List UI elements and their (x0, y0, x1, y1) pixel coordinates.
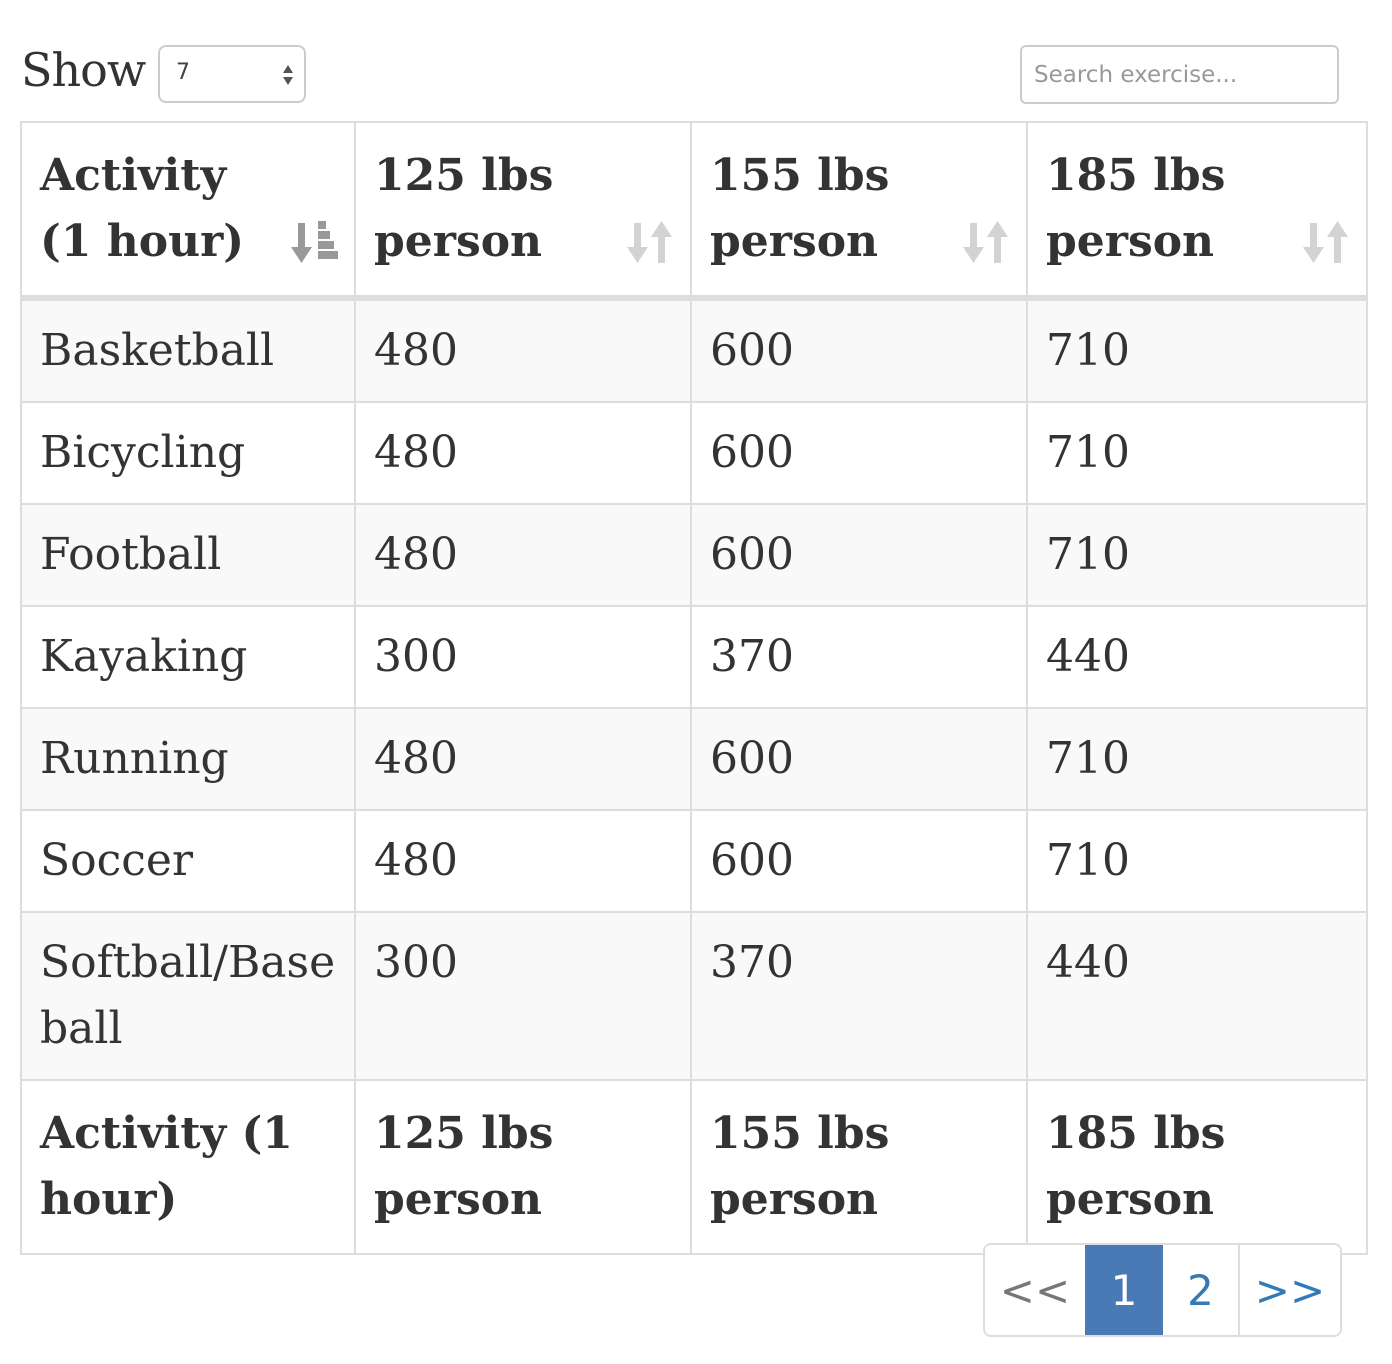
cell-185lbs: 710 (1026, 503, 1368, 607)
sort-both-icon[interactable] (626, 217, 676, 267)
header-row: Activity (1 hour) 125 lbs person 155 lbs… (20, 121, 1368, 301)
table-row: Basketball 480 600 710 (20, 297, 1368, 403)
page-size-select[interactable]: 7 (158, 45, 306, 103)
cell-125lbs: 480 (354, 401, 692, 505)
cell-185lbs: 440 (1026, 911, 1368, 1081)
cell-activity: Soccer (20, 809, 356, 913)
page-1-button[interactable]: 1 (1085, 1245, 1163, 1335)
footer-125lbs: 125 lbs person (354, 1079, 692, 1255)
search-input[interactable] (1020, 45, 1339, 104)
cell-155lbs: 600 (690, 503, 1028, 607)
cell-activity: Kayaking (20, 605, 356, 709)
table-row: Soccer 480 600 710 (20, 809, 1368, 913)
sort-both-icon[interactable] (962, 217, 1012, 267)
footer-185lbs: 185 lbs person (1026, 1079, 1368, 1255)
cell-185lbs: 710 (1026, 297, 1368, 403)
table-controls: Show 7 (0, 0, 1392, 120)
column-header-185lbs[interactable]: 185 lbs person (1026, 121, 1368, 301)
pagination: << 1 2 >> (983, 1243, 1342, 1337)
show-label: Show (21, 43, 146, 97)
cell-185lbs: 440 (1026, 605, 1368, 709)
sort-both-icon[interactable] (1302, 217, 1352, 267)
column-header-activity[interactable]: Activity (1 hour) (20, 121, 356, 301)
cell-155lbs: 370 (690, 911, 1028, 1081)
prev-page-button[interactable]: << (985, 1245, 1085, 1335)
column-header-125lbs[interactable]: 125 lbs person (354, 121, 692, 301)
cell-155lbs: 600 (690, 401, 1028, 505)
table-row: Softball/Baseball 300 370 440 (20, 911, 1368, 1081)
column-header-155lbs[interactable]: 155 lbs person (690, 121, 1028, 301)
cell-activity: Basketball (20, 297, 356, 403)
cell-activity: Softball/Baseball (20, 911, 356, 1081)
calories-table: Activity (1 hour) 125 lbs person 155 lbs… (20, 121, 1368, 1255)
cell-155lbs: 600 (690, 297, 1028, 403)
cell-activity: Running (20, 707, 356, 811)
cell-125lbs: 480 (354, 707, 692, 811)
cell-155lbs: 600 (690, 707, 1028, 811)
cell-185lbs: 710 (1026, 707, 1368, 811)
page-size-value: 7 (176, 60, 190, 85)
cell-activity: Football (20, 503, 356, 607)
cell-155lbs: 600 (690, 809, 1028, 913)
cell-125lbs: 300 (354, 911, 692, 1081)
footer-155lbs: 155 lbs person (690, 1079, 1028, 1255)
footer-row: Activity (1 hour) 125 lbs person 155 lbs… (20, 1079, 1368, 1255)
cell-185lbs: 710 (1026, 809, 1368, 913)
table-row: Running 480 600 710 (20, 707, 1368, 811)
next-page-button[interactable]: >> (1238, 1245, 1340, 1335)
cell-185lbs: 710 (1026, 401, 1368, 505)
cell-activity: Bicycling (20, 401, 356, 505)
cell-125lbs: 480 (354, 297, 692, 403)
page-2-button[interactable]: 2 (1163, 1245, 1238, 1335)
cell-125lbs: 480 (354, 503, 692, 607)
table-row: Football 480 600 710 (20, 503, 1368, 607)
cell-125lbs: 480 (354, 809, 692, 913)
table-row: Bicycling 480 600 710 (20, 401, 1368, 505)
sort-alpha-asc-icon[interactable] (290, 217, 340, 267)
cell-155lbs: 370 (690, 605, 1028, 709)
footer-activity: Activity (1 hour) (20, 1079, 356, 1255)
cell-125lbs: 300 (354, 605, 692, 709)
table-row: Kayaking 300 370 440 (20, 605, 1368, 709)
select-updown-icon (283, 65, 293, 85)
